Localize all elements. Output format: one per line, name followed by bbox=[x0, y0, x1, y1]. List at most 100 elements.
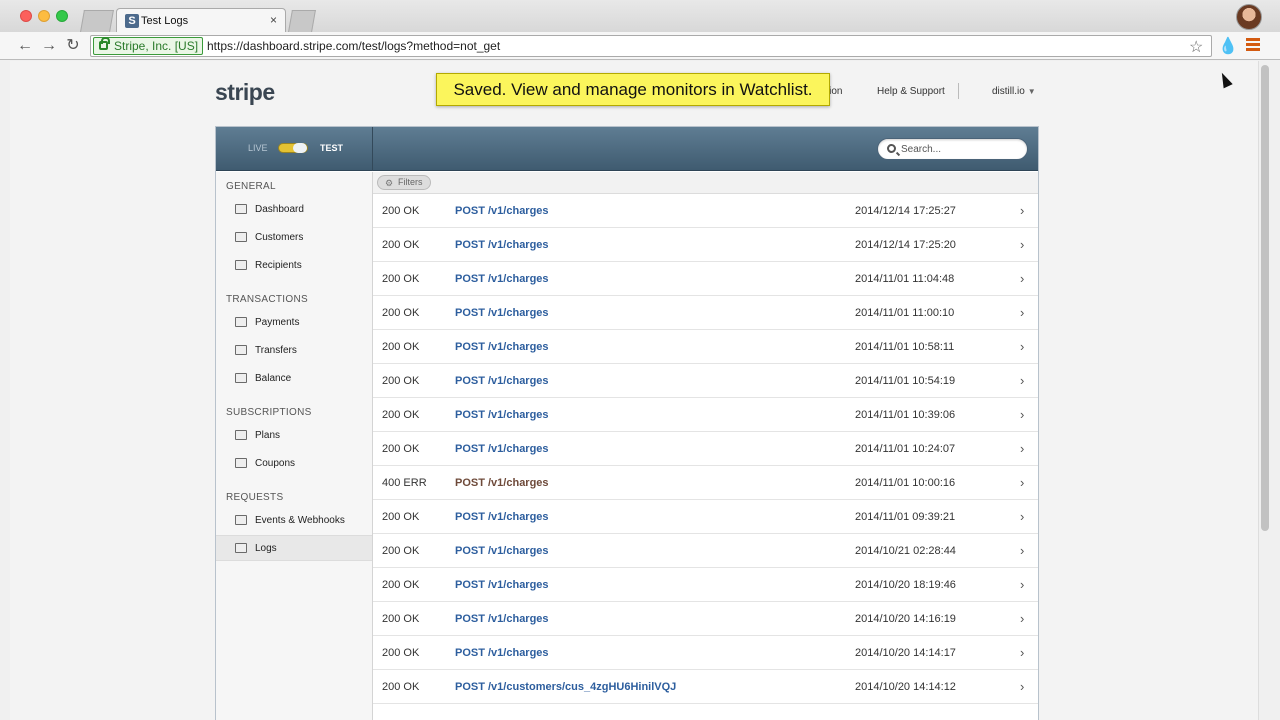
live-mode-label[interactable]: LIVE bbox=[248, 143, 268, 153]
sidebar-item-label: Balance bbox=[255, 373, 292, 384]
profile-avatar[interactable] bbox=[1236, 4, 1262, 30]
chevron-right-icon: › bbox=[1020, 441, 1025, 456]
log-row[interactable]: 200 OK POST /v1/charges 2014/10/21 02:28:4… bbox=[373, 534, 1038, 568]
log-request-path[interactable]: POST /v1/charges bbox=[455, 239, 549, 251]
filters-button[interactable]: ⚙ Filters bbox=[377, 175, 431, 190]
sidebar-item-customers[interactable]: Customers bbox=[216, 225, 372, 251]
sidebar-item-label: Dashboard bbox=[255, 204, 304, 215]
log-row[interactable]: 200 OK POST /v1/charges 2014/10/20 14:14:1… bbox=[373, 636, 1038, 670]
help-support-link[interactable]: Help & Support bbox=[877, 86, 945, 97]
log-row[interactable]: 200 OK POST /v1/charges 2014/11/01 10:54:1… bbox=[373, 364, 1038, 398]
sidebar-item-coupons[interactable]: Coupons bbox=[216, 451, 372, 477]
log-status: 200 OK bbox=[382, 443, 420, 455]
chevron-right-icon: › bbox=[1020, 543, 1025, 558]
log-status: 400 ERR bbox=[382, 477, 427, 489]
log-row[interactable]: 200 OK POST /v1/charges 2014/12/14 17:25:2… bbox=[373, 228, 1038, 262]
page-scrollbar[interactable] bbox=[1258, 61, 1270, 720]
balance-icon bbox=[235, 373, 247, 383]
url-text[interactable]: https://dashboard.stripe.com/test/logs?m… bbox=[207, 39, 500, 53]
chevron-right-icon: › bbox=[1020, 237, 1025, 252]
log-row[interactable]: 200 OK POST /v1/charges 2014/12/14 17:25:2… bbox=[373, 194, 1038, 228]
forward-arrow-icon[interactable]: → bbox=[39, 36, 59, 56]
log-row[interactable]: 200 OK POST /v1/charges 2014/10/20 14:16:1… bbox=[373, 602, 1038, 636]
distill-drop-icon[interactable]: 💧 bbox=[1218, 36, 1238, 56]
log-request-path[interactable]: POST /v1/charges bbox=[455, 307, 549, 319]
log-request-path[interactable]: POST /v1/charges bbox=[455, 273, 549, 285]
log-row[interactable]: 400 ERR POST /v1/charges 2014/11/01 10:00:… bbox=[373, 466, 1038, 500]
log-timestamp: 2014/10/20 14:14:12 bbox=[855, 681, 956, 693]
dashboard-panel: LIVE TEST GENERAL Dashboard Customers bbox=[215, 126, 1039, 720]
back-arrow-icon[interactable]: ← bbox=[15, 36, 35, 56]
scrollbar-thumb[interactable] bbox=[1261, 65, 1269, 531]
stripe-logo[interactable]: stripe bbox=[215, 79, 275, 106]
log-timestamp: 2014/12/14 17:25:20 bbox=[855, 239, 956, 251]
log-request-path[interactable]: POST /v1/charges bbox=[455, 341, 549, 353]
close-window-button[interactable] bbox=[20, 10, 32, 22]
ev-certificate-badge[interactable]: Stripe, Inc. [US] bbox=[93, 37, 204, 55]
search-box[interactable] bbox=[877, 138, 1028, 160]
filters-bar: ⚙ Filters bbox=[373, 172, 1038, 194]
live-test-toggle[interactable] bbox=[278, 143, 308, 153]
sidebar-item-transfers[interactable]: Transfers bbox=[216, 338, 372, 364]
search-icon bbox=[887, 144, 896, 153]
log-request-path[interactable]: POST /v1/charges bbox=[455, 477, 549, 489]
logs-list: ⚙ Filters 200 OK POST /v1/charges 2014/12/… bbox=[373, 172, 1038, 720]
log-request-path[interactable]: POST /v1/charges bbox=[455, 511, 549, 523]
zoom-window-button[interactable] bbox=[56, 10, 68, 22]
sidebar-item-label: Customers bbox=[255, 232, 304, 243]
minimize-window-button[interactable] bbox=[38, 10, 50, 22]
chevron-right-icon: › bbox=[1020, 645, 1025, 660]
account-menu[interactable]: distill.io ▼ bbox=[992, 86, 1036, 97]
chevron-down-icon: ▼ bbox=[1027, 87, 1036, 96]
log-request-path[interactable]: POST /v1/customers/cus_4zgHU6HinilVQJ bbox=[455, 681, 676, 693]
sidebar-item-dashboard[interactable]: Dashboard bbox=[216, 197, 372, 223]
new-tab-button[interactable] bbox=[288, 10, 316, 32]
reload-icon[interactable]: ↻ bbox=[63, 36, 83, 56]
log-request-path[interactable]: POST /v1/charges bbox=[455, 545, 549, 557]
chevron-right-icon: › bbox=[1020, 373, 1025, 388]
nav-divider bbox=[958, 83, 959, 99]
log-row[interactable]: 200 OK POST /v1/charges 2014/11/01 11:00:1… bbox=[373, 296, 1038, 330]
log-row[interactable]: 200 OK POST /v1/charges 2014/11/01 09:39:2… bbox=[373, 500, 1038, 534]
log-request-path[interactable]: POST /v1/charges bbox=[455, 409, 549, 421]
log-row[interactable]: 200 OK POST /v1/customers/cus_4zgHU6Hinil… bbox=[373, 670, 1038, 704]
sidebar-item-logs[interactable]: Logs bbox=[216, 535, 372, 561]
chevron-right-icon: › bbox=[1020, 611, 1025, 626]
sidebar-item-balance[interactable]: Balance bbox=[216, 366, 372, 392]
sidebar-item-label: Coupons bbox=[255, 458, 296, 469]
log-timestamp: 2014/11/01 09:39:21 bbox=[855, 511, 956, 523]
sidebar-item-recipients[interactable]: Recipients bbox=[216, 253, 372, 279]
log-status: 200 OK bbox=[382, 205, 420, 217]
browser-tab-active[interactable]: S Test Logs × bbox=[116, 8, 286, 33]
log-row[interactable]: 200 OK POST /v1/charges 2014/10/20 18:19:4… bbox=[373, 568, 1038, 602]
log-request-path[interactable]: POST /v1/charges bbox=[455, 205, 549, 217]
log-timestamp: 2014/11/01 11:00:10 bbox=[855, 307, 955, 319]
log-timestamp: 2014/11/01 10:24:07 bbox=[855, 443, 956, 455]
log-request-path[interactable]: POST /v1/charges bbox=[455, 579, 549, 591]
log-request-path[interactable]: POST /v1/charges bbox=[455, 613, 549, 625]
log-row[interactable]: 200 OK POST /v1/charges 2014/11/01 11:04:4… bbox=[373, 262, 1038, 296]
events-icon bbox=[235, 515, 247, 525]
search-input[interactable] bbox=[901, 142, 1021, 156]
log-row[interactable]: 200 OK POST /v1/charges 2014/11/01 10:39:0… bbox=[373, 398, 1038, 432]
address-bar[interactable]: Stripe, Inc. [US] https://dashboard.stri… bbox=[90, 35, 1212, 57]
watchlist-toast[interactable]: Saved. View and manage monitors in Watch… bbox=[436, 73, 830, 106]
log-timestamp: 2014/10/21 02:28:44 bbox=[855, 545, 956, 557]
sidebar-item-label: Logs bbox=[255, 543, 277, 554]
chevron-right-icon: › bbox=[1020, 339, 1025, 354]
log-row[interactable]: 200 OK POST /v1/charges 2014/11/01 10:24:0… bbox=[373, 432, 1038, 466]
tab-close-icon[interactable]: × bbox=[270, 13, 277, 27]
test-mode-label[interactable]: TEST bbox=[320, 143, 343, 153]
sidebar-item-plans[interactable]: Plans bbox=[216, 423, 372, 449]
log-request-path[interactable]: POST /v1/charges bbox=[455, 647, 549, 659]
hamburger-menu-icon[interactable] bbox=[1246, 38, 1260, 53]
bookmark-star-icon[interactable]: ☆ bbox=[1189, 37, 1203, 57]
sidebar-item-label: Recipients bbox=[255, 260, 302, 271]
log-request-path[interactable]: POST /v1/charges bbox=[455, 443, 549, 455]
log-request-path[interactable]: POST /v1/charges bbox=[455, 375, 549, 387]
log-timestamp: 2014/11/01 11:04:48 bbox=[855, 273, 955, 285]
pinned-tab[interactable] bbox=[80, 10, 114, 32]
sidebar-item-events-webhooks[interactable]: Events & Webhooks bbox=[216, 508, 372, 534]
sidebar-item-payments[interactable]: Payments bbox=[216, 310, 372, 336]
log-row[interactable]: 200 OK POST /v1/charges 2014/11/01 10:58:1… bbox=[373, 330, 1038, 364]
